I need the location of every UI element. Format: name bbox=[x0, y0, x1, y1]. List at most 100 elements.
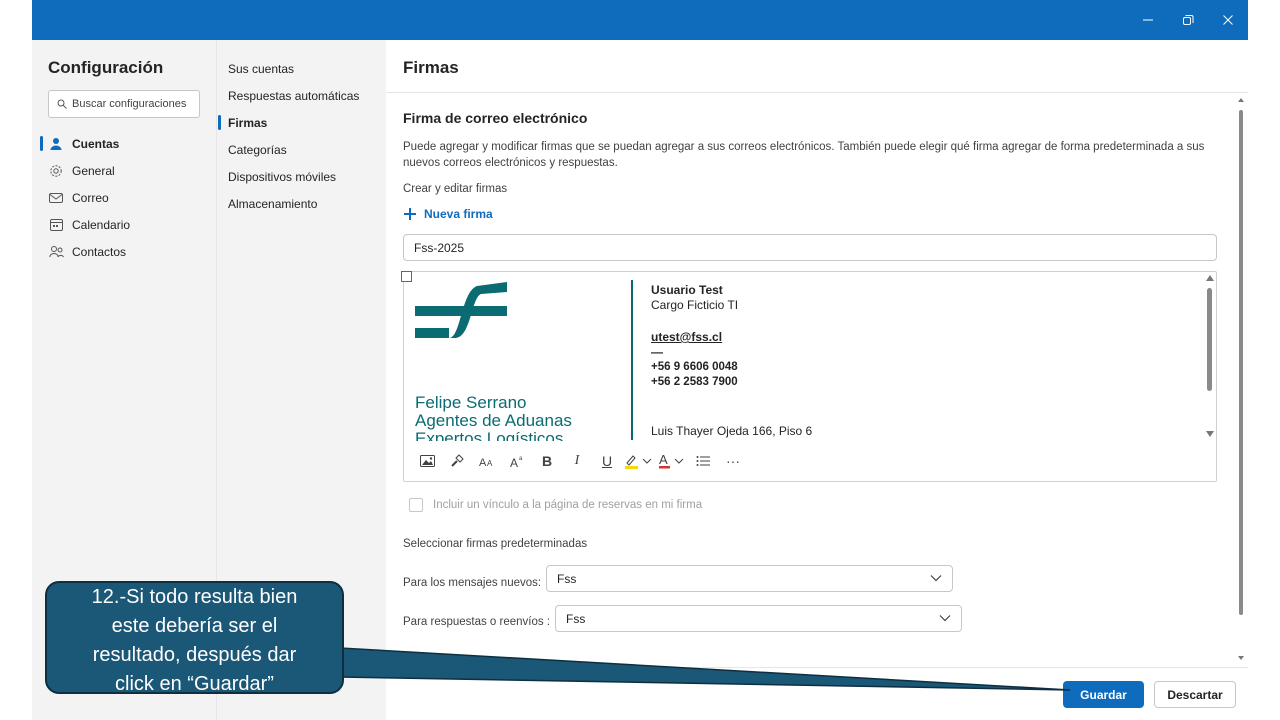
font-size-icon: AA bbox=[479, 457, 493, 468]
panel-scrollbar[interactable] bbox=[1239, 110, 1243, 615]
new-signature-label: Nueva firma bbox=[424, 207, 493, 221]
signature-name-field[interactable]: Fss-2025 bbox=[403, 234, 1217, 261]
nav-item-general[interactable]: General bbox=[32, 157, 216, 184]
new-signature-button[interactable]: Nueva firma bbox=[403, 207, 493, 221]
close-button[interactable] bbox=[1208, 0, 1248, 40]
signature-editor[interactable]: Felipe Serrano Agentes de Aduanas Expert… bbox=[401, 271, 1217, 482]
callout-line-2: este debería ser el bbox=[111, 615, 278, 637]
panel-header: Firmas bbox=[386, 40, 1248, 93]
list-icon bbox=[696, 456, 710, 466]
signature-role: Cargo Ficticio TI bbox=[651, 298, 739, 312]
nav-item-calendario[interactable]: Calendario bbox=[32, 211, 216, 238]
font-color-icon: A bbox=[659, 453, 684, 469]
page-title: Firmas bbox=[403, 58, 459, 77]
svg-text:A: A bbox=[479, 457, 487, 468]
nav-item-cuentas[interactable]: Cuentas bbox=[32, 130, 216, 157]
section-title: Firma de correo electrónico bbox=[403, 110, 588, 126]
more-options-button[interactable]: ··· bbox=[718, 450, 748, 472]
signature-dash: — bbox=[651, 345, 663, 359]
subnav-item-categorias[interactable]: Categorías bbox=[217, 136, 387, 163]
brand-line-2: Agentes de Aduanas bbox=[415, 411, 572, 430]
signature-email-link[interactable]: utest@fss.cl bbox=[651, 330, 722, 344]
bullets-button[interactable] bbox=[688, 450, 718, 472]
person-icon bbox=[48, 136, 64, 152]
title-bar bbox=[32, 0, 1248, 40]
svg-text:A: A bbox=[487, 459, 493, 468]
discard-button[interactable]: Descartar bbox=[1154, 681, 1236, 708]
editor-select-checkbox[interactable] bbox=[401, 271, 412, 282]
search-placeholder: Buscar configuraciones bbox=[72, 98, 187, 110]
signature-divider bbox=[631, 280, 633, 440]
chevron-down-icon bbox=[930, 575, 942, 582]
people-icon bbox=[48, 244, 64, 260]
format-painter-button[interactable] bbox=[442, 450, 472, 472]
replies-select[interactable]: Fss bbox=[555, 605, 962, 632]
superscript-button[interactable]: Aa bbox=[502, 450, 532, 472]
new-messages-label: Para los mensajes nuevos: bbox=[403, 577, 542, 589]
booking-link-checkbox[interactable] bbox=[409, 498, 423, 512]
nav-item-label: Cuentas bbox=[72, 136, 120, 151]
fss-logo-icon bbox=[415, 282, 507, 338]
plus-icon bbox=[404, 208, 416, 220]
format-toolbar: AA Aa B I U A ··· bbox=[412, 450, 748, 472]
editor-scroll-up-icon[interactable] bbox=[1206, 275, 1214, 281]
svg-text:A: A bbox=[510, 456, 518, 468]
subnav-item-firmas[interactable]: Firmas bbox=[217, 109, 387, 136]
brand-line-1: Felipe Serrano bbox=[415, 393, 527, 412]
nav-item-correo[interactable]: Correo bbox=[32, 184, 216, 211]
restore-button[interactable] bbox=[1168, 0, 1208, 40]
subnav-item-respuestas-automaticas[interactable]: Respuestas automáticas bbox=[217, 82, 387, 109]
default-signatures-label: Seleccionar firmas predeterminadas bbox=[403, 538, 588, 550]
scroll-up-icon[interactable] bbox=[1237, 97, 1245, 103]
nav-item-label: General bbox=[72, 163, 115, 178]
italic-button[interactable]: I bbox=[562, 450, 592, 472]
underline-button[interactable]: U bbox=[592, 450, 622, 472]
svg-text:a: a bbox=[519, 456, 523, 462]
signature-phone-office: +56 2 2583 7900 bbox=[651, 376, 738, 388]
booking-link-label: Incluir un vínculo a la página de reserv… bbox=[433, 499, 703, 511]
replies-label: Para respuestas o reenvíos : bbox=[403, 616, 551, 628]
nav-item-contactos[interactable]: Contactos bbox=[32, 238, 216, 265]
signature-address: Luis Thayer Ojeda 166, Piso 6 bbox=[651, 424, 813, 438]
signature-phone-mobile: +56 9 6606 0048 bbox=[651, 361, 738, 373]
scroll-down-icon[interactable] bbox=[1237, 655, 1245, 661]
gear-icon bbox=[48, 163, 64, 179]
close-icon bbox=[1223, 15, 1233, 25]
settings-nav-list: Cuentas General Correo Calendario Contac… bbox=[32, 130, 216, 265]
instruction-callout: 12.-Si todo resulta bien este debería se… bbox=[45, 581, 344, 695]
font-size-button[interactable]: AA bbox=[472, 450, 502, 472]
calendar-icon bbox=[48, 217, 64, 233]
svg-text:A: A bbox=[659, 453, 668, 467]
settings-title: Configuración bbox=[48, 58, 164, 77]
search-icon bbox=[57, 99, 67, 109]
subnav-item-dispositivos-moviles[interactable]: Dispositivos móviles bbox=[217, 163, 387, 190]
search-input[interactable]: Buscar configuraciones bbox=[48, 90, 200, 118]
minimize-icon bbox=[1143, 19, 1153, 21]
new-messages-value: Fss bbox=[557, 571, 577, 586]
bold-button[interactable]: B bbox=[532, 450, 562, 472]
image-icon bbox=[419, 455, 435, 467]
chevron-down-icon bbox=[939, 615, 951, 622]
superscript-icon: Aa bbox=[510, 456, 523, 468]
brand-line-3: Expertos Logísticos bbox=[415, 429, 564, 441]
nav-item-label: Calendario bbox=[72, 217, 131, 232]
editor-scroll-down-icon[interactable] bbox=[1206, 431, 1214, 437]
font-color-button[interactable]: A bbox=[656, 450, 688, 472]
signatures-panel: Firmas Firma de correo electrónico Puede… bbox=[386, 40, 1248, 720]
highlighter-icon bbox=[625, 455, 652, 469]
create-edit-label: Crear y editar firmas bbox=[403, 183, 508, 195]
minimize-button[interactable] bbox=[1128, 0, 1168, 40]
save-button[interactable]: Guardar bbox=[1063, 681, 1144, 708]
highlight-button[interactable] bbox=[622, 450, 656, 472]
replies-value: Fss bbox=[566, 611, 586, 626]
nav-item-label: Correo bbox=[72, 190, 109, 205]
signature-name: Usuario Test bbox=[651, 283, 723, 297]
subnav-item-almacenamiento[interactable]: Almacenamiento bbox=[217, 190, 387, 217]
subnav-item-sus-cuentas[interactable]: Sus cuentas bbox=[217, 55, 387, 82]
editor-scrollbar[interactable] bbox=[1207, 288, 1212, 391]
paintbrush-icon bbox=[451, 454, 464, 467]
new-messages-select[interactable]: Fss bbox=[546, 565, 953, 592]
insert-image-button[interactable] bbox=[412, 450, 442, 472]
panel-footer: Guardar Descartar bbox=[386, 667, 1248, 720]
section-description: Puede agregar y modificar firmas que se … bbox=[403, 141, 1205, 169]
